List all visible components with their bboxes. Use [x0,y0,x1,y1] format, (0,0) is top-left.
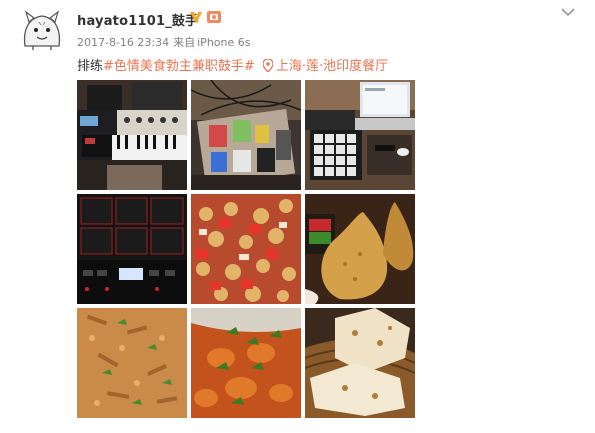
photo-chickpea-salad[interactable] [191,194,301,304]
photo-drum-sample-pad[interactable] [77,194,187,304]
post-meta: 2017-8-16 23:34 来自 iPhone 6s [77,34,254,50]
photo-laptop-launchpad[interactable] [305,80,415,190]
photo-naan-bread[interactable] [305,308,415,418]
source-device[interactable]: iPhone 6s [197,36,250,49]
location-link[interactable]: 上海·莲·池印度餐厅 [262,59,389,74]
verified-v-icon [188,9,204,25]
photo-samosas[interactable] [305,194,415,304]
username-link[interactable]: hayato1101_鼓手 [77,10,198,29]
location-pin-icon [262,59,273,72]
photo-guitar-pedalboard[interactable] [191,80,301,190]
location-label: 上海·莲·池印度餐厅 [275,59,389,74]
chevron-down-icon[interactable] [560,3,576,17]
text-prefix: 排练 [77,59,104,74]
photo-synthesizer-keyboard[interactable] [77,80,187,190]
photo-curry[interactable] [191,308,301,418]
source-prefix: 来自 [173,36,196,49]
hashtag-link[interactable]: #色情美食勃主兼职鼓手# [103,59,255,74]
medal-icon[interactable] [206,9,222,25]
avatar[interactable] [17,4,67,54]
photo-biryani-rice[interactable] [77,308,187,418]
post-date[interactable]: 2017-8-16 23:34 [77,36,169,49]
post-text: 排练#色情美食勃主兼职鼓手# 上海·莲·池印度餐厅 [77,55,388,74]
